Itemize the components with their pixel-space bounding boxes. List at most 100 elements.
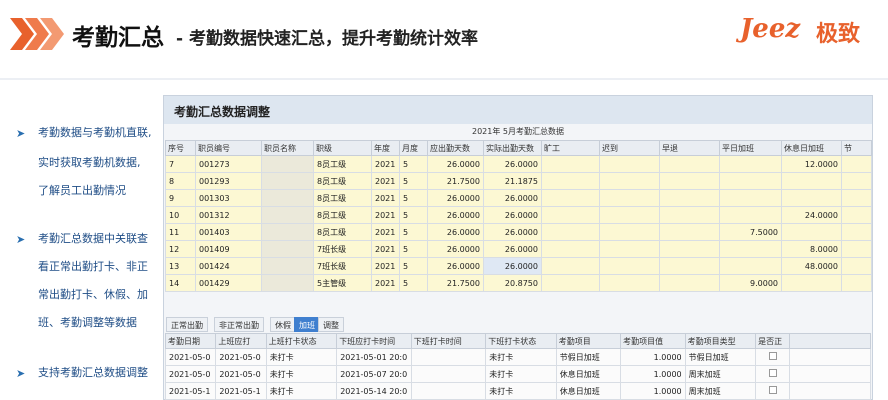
- table-row[interactable]: 10 001312 8员工级 2021 5 26.0000 26.0000 24.0000: [165, 206, 872, 224]
- tab-adjustment[interactable]: 调整: [318, 317, 344, 332]
- table-cell[interactable]: [789, 382, 871, 400]
- table-cell[interactable]: 5: [399, 206, 428, 224]
- col-header[interactable]: 考勤日期: [164, 333, 217, 349]
- table-cell[interactable]: [261, 155, 314, 173]
- table-cell[interactable]: 2021: [371, 257, 400, 275]
- table-cell[interactable]: [841, 274, 872, 292]
- table-cell[interactable]: 001403: [195, 223, 262, 241]
- table-cell[interactable]: [841, 206, 872, 224]
- table-row[interactable]: 13 001424 7班长级 2021 5 26.0000 26.0000 48.0000: [165, 257, 872, 275]
- col-header[interactable]: [789, 333, 871, 349]
- table-cell[interactable]: 21.7500: [427, 274, 484, 292]
- table-cell[interactable]: 未打卡: [485, 365, 557, 383]
- table-cell[interactable]: 10: [165, 206, 196, 224]
- table-cell[interactable]: 8员工级: [313, 172, 372, 190]
- table-cell[interactable]: 5: [399, 223, 428, 241]
- table-row[interactable]: 8 001293 8员工级 2021 5 21.7500 21.1875: [165, 172, 872, 190]
- col-header[interactable]: 早退: [659, 140, 720, 156]
- table-cell[interactable]: [841, 223, 872, 241]
- table-cell[interactable]: 2021: [371, 189, 400, 207]
- table-cell[interactable]: [541, 240, 600, 258]
- table-cell[interactable]: 26.0000: [483, 240, 542, 258]
- col-header[interactable]: 职员名称: [261, 140, 314, 156]
- table-cell[interactable]: [841, 172, 872, 190]
- table-cell[interactable]: [659, 155, 720, 173]
- table-cell[interactable]: 周末加班: [684, 365, 757, 383]
- table-cell[interactable]: 5主管级: [313, 274, 372, 292]
- table-cell[interactable]: [599, 206, 660, 224]
- table-cell[interactable]: [261, 206, 314, 224]
- table-row[interactable]: 14 001429 5主管级 2021 5 21.7500 20.8750 9.0000: [165, 274, 872, 292]
- table-cell[interactable]: 001293: [195, 172, 262, 190]
- table-cell[interactable]: [659, 172, 720, 190]
- table-cell[interactable]: [410, 365, 487, 383]
- table-cell[interactable]: 21.7500: [427, 172, 484, 190]
- table-cell[interactable]: 2021: [371, 240, 400, 258]
- table-cell[interactable]: [789, 348, 871, 366]
- table-cell[interactable]: [541, 257, 600, 275]
- table-cell[interactable]: 001273: [195, 155, 262, 173]
- col-header[interactable]: 迟到: [599, 140, 660, 156]
- table-cell[interactable]: 2021-05-0: [215, 348, 267, 366]
- table-cell[interactable]: [659, 240, 720, 258]
- col-header[interactable]: 职级: [313, 140, 372, 156]
- table-cell[interactable]: [781, 189, 842, 207]
- col-header[interactable]: 职员编号: [195, 140, 262, 156]
- table-cell[interactable]: [541, 206, 600, 224]
- table-cell[interactable]: [659, 223, 720, 241]
- table-row[interactable]: 2021-05-0 2021-05-0 未打卡 2021-05-07 20:0 未打卡休…: [164, 365, 871, 383]
- col-header[interactable]: 休息日加班: [781, 140, 842, 156]
- table-cell[interactable]: 24.0000: [781, 206, 842, 224]
- checkbox[interactable]: [768, 369, 777, 377]
- table-cell[interactable]: [599, 189, 660, 207]
- col-header[interactable]: 序号: [165, 140, 196, 156]
- table-cell[interactable]: 8员工级: [313, 155, 372, 173]
- table-row[interactable]: 7 001273 8员工级 2021 5 26.0000 26.0000 12.0000: [165, 155, 872, 173]
- table-cell[interactable]: [841, 155, 872, 173]
- table-cell[interactable]: 001409: [195, 240, 262, 258]
- table-cell[interactable]: [659, 206, 720, 224]
- table-cell[interactable]: 26.0000: [483, 155, 542, 173]
- table-cell[interactable]: 7班长级: [313, 240, 372, 258]
- table-cell[interactable]: 26.0000: [483, 189, 542, 207]
- checkbox[interactable]: [768, 352, 777, 360]
- table-cell[interactable]: 12: [165, 240, 196, 258]
- col-header[interactable]: 上班打卡状态: [265, 333, 338, 349]
- table-cell[interactable]: 1.0000: [620, 382, 686, 400]
- table-cell[interactable]: 001303: [195, 189, 262, 207]
- table-cell[interactable]: 未打卡: [485, 382, 557, 400]
- col-header[interactable]: 平日加班: [719, 140, 782, 156]
- table-cell[interactable]: [599, 155, 660, 173]
- table-cell[interactable]: 8: [165, 172, 196, 190]
- table-cell[interactable]: [841, 189, 872, 207]
- table-cell[interactable]: [541, 274, 600, 292]
- table-cell[interactable]: 8员工级: [313, 206, 372, 224]
- col-header[interactable]: 考勤项目类型: [684, 333, 757, 349]
- table-cell[interactable]: 节假日加班: [555, 348, 622, 366]
- table-cell[interactable]: 2021-05-07 20:0: [336, 365, 412, 383]
- table-cell[interactable]: 48.0000: [781, 257, 842, 275]
- table-cell[interactable]: [659, 257, 720, 275]
- table-cell[interactable]: [410, 382, 487, 400]
- table-cell[interactable]: [789, 365, 871, 383]
- table-row[interactable]: 11 001403 8员工级 2021 5 26.0000 26.0000 7.5000: [165, 223, 872, 241]
- tab-leave[interactable]: 休假: [270, 317, 296, 332]
- table-cell[interactable]: 26.0000: [427, 223, 484, 241]
- table-cell[interactable]: 2021: [371, 155, 400, 173]
- table-cell[interactable]: 2021: [371, 223, 400, 241]
- col-header[interactable]: 下班应打卡时间: [336, 333, 412, 349]
- col-header[interactable]: 节: [841, 140, 872, 156]
- table-cell[interactable]: 26.0000: [483, 257, 542, 275]
- table-cell[interactable]: [410, 348, 487, 366]
- table-cell[interactable]: [719, 206, 782, 224]
- table-cell[interactable]: [599, 274, 660, 292]
- tab-abnormal-attendance[interactable]: 非正常出勤: [214, 317, 264, 332]
- table-cell[interactable]: [599, 172, 660, 190]
- table-cell[interactable]: 8员工级: [313, 223, 372, 241]
- table-cell[interactable]: [599, 257, 660, 275]
- table-row[interactable]: 12 001409 7班长级 2021 5 26.0000 26.0000 8.0000: [165, 240, 872, 258]
- table-cell[interactable]: 11: [165, 223, 196, 241]
- col-header[interactable]: 实际出勤天数: [483, 140, 542, 156]
- table-cell[interactable]: [719, 240, 782, 258]
- table-cell[interactable]: 7班长级: [313, 257, 372, 275]
